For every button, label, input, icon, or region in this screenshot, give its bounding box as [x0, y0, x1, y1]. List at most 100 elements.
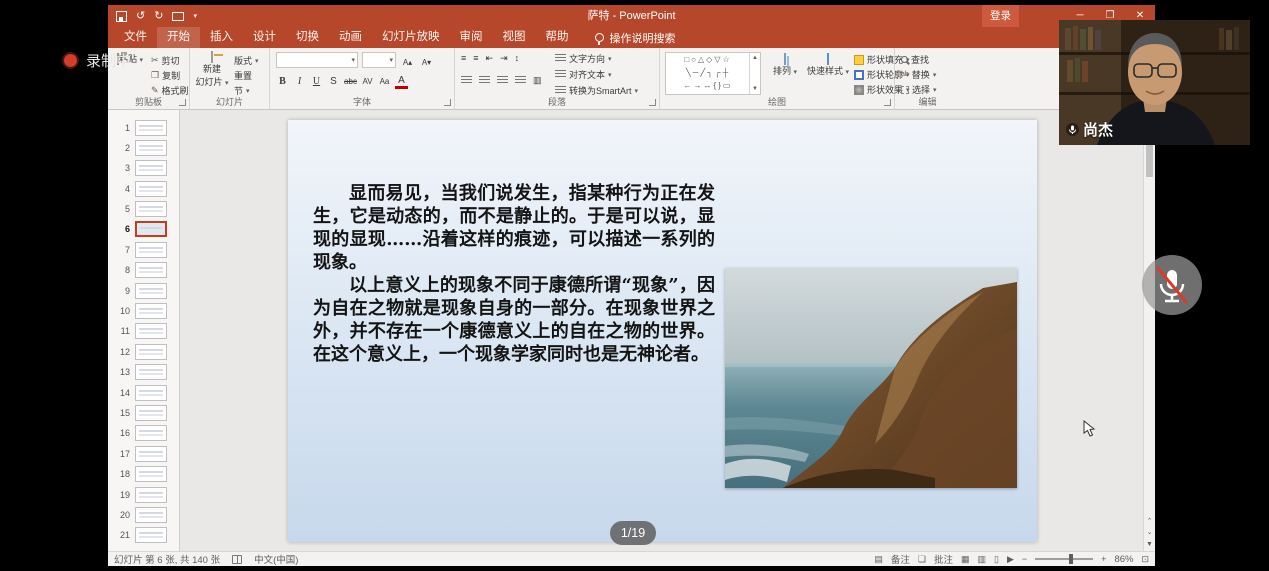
- mic-muted-button[interactable]: [1141, 254, 1203, 316]
- layout-button[interactable]: 版式 ▾: [234, 54, 259, 67]
- slide-thumb-row[interactable]: 18: [114, 466, 179, 483]
- line-spacing-icon[interactable]: ↕: [515, 54, 520, 63]
- slide-thumb-row[interactable]: 19: [114, 486, 179, 503]
- slide-thumbnail[interactable]: [135, 425, 167, 441]
- slide-thumbnail[interactable]: [135, 385, 167, 401]
- dialog-launcher-icon[interactable]: [179, 99, 186, 106]
- ribbon-tab[interactable]: 审阅: [450, 27, 493, 48]
- zoom-out-icon[interactable]: −: [1022, 555, 1027, 564]
- slide-sorter-view-icon[interactable]: ▥: [978, 555, 987, 564]
- fit-slide-icon[interactable]: ⊡: [1141, 555, 1149, 564]
- slide-thumbnail[interactable]: [135, 120, 167, 136]
- comments-toggle[interactable]: 批注: [934, 552, 953, 566]
- font-name-combo[interactable]: ▾: [276, 52, 358, 68]
- grow-font-button[interactable]: A▴: [401, 55, 414, 70]
- ribbon-tab[interactable]: 插入: [200, 27, 243, 48]
- slide-thumbnail[interactable]: [135, 344, 167, 360]
- slide-thumbnail[interactable]: [135, 446, 167, 462]
- justify-icon[interactable]: [515, 76, 526, 85]
- slide-thumbnail[interactable]: [135, 283, 167, 299]
- slide-thumbnail[interactable]: [135, 527, 167, 543]
- slideshow-view-icon[interactable]: ▶: [1007, 555, 1014, 564]
- dialog-launcher-icon[interactable]: [884, 99, 891, 106]
- tell-me-search[interactable]: 操作说明搜索: [595, 27, 676, 48]
- slide-thumb-row[interactable]: 16: [114, 425, 179, 442]
- slide-thumbnail[interactable]: [135, 221, 167, 237]
- language-status[interactable]: 中文(中国): [254, 552, 298, 566]
- font-size-combo[interactable]: ▾: [362, 52, 396, 68]
- shrink-font-button[interactable]: A▾: [420, 55, 433, 70]
- reading-view-icon[interactable]: ▯: [994, 555, 999, 564]
- italic-button[interactable]: I: [293, 74, 306, 89]
- zoom-in-icon[interactable]: +: [1101, 555, 1106, 564]
- slide-text-block[interactable]: 显而易见，当我们说发生，指某种行为正在发生，它是动态的，而不是静止的。于是可以说…: [313, 182, 715, 366]
- zoom-slider-thumb[interactable]: [1069, 554, 1073, 564]
- text-shadow-button[interactable]: S: [327, 74, 340, 89]
- previous-slide-icon[interactable]: ⌃: [1144, 516, 1155, 527]
- new-slide-button[interactable]: 新建 幻灯片 ▾: [193, 52, 231, 88]
- arrange-button[interactable]: 排列 ▾: [766, 54, 804, 77]
- slide-thumb-row[interactable]: 7: [114, 241, 179, 258]
- coast-photo[interactable]: [725, 268, 1017, 488]
- slide[interactable]: 显而易见，当我们说发生，指某种行为正在发生，它是动态的，而不是静止的。于是可以说…: [288, 120, 1037, 542]
- slide-thumb-row[interactable]: 2: [114, 139, 179, 156]
- slide-thumb-row[interactable]: 20: [114, 506, 179, 523]
- align-text-button[interactable]: 对齐文本 ▾: [555, 68, 612, 81]
- align-left-icon[interactable]: [461, 76, 472, 85]
- slide-thumbnail[interactable]: [135, 507, 167, 523]
- copy-button[interactable]: ❐ 复制: [151, 69, 180, 82]
- reset-button[interactable]: 重置: [234, 69, 252, 82]
- slide-thumbnail[interactable]: [135, 181, 167, 197]
- slide-thumb-row[interactable]: 14: [114, 384, 179, 401]
- increase-indent-icon[interactable]: ⇥: [500, 54, 508, 63]
- columns-icon[interactable]: ▥: [533, 76, 542, 85]
- quick-styles-button[interactable]: 快速样式 ▾: [806, 54, 850, 77]
- slide-thumb-row[interactable]: 21: [114, 527, 179, 544]
- decrease-indent-icon[interactable]: ⇤: [486, 54, 494, 63]
- slide-thumbnail[interactable]: [135, 242, 167, 258]
- slide-thumb-row[interactable]: 12: [114, 343, 179, 360]
- ribbon-tab[interactable]: 切换: [286, 27, 329, 48]
- numbering-icon[interactable]: ≡: [473, 54, 478, 63]
- slide-thumbnail[interactable]: [135, 323, 167, 339]
- scroll-down-icon[interactable]: ▼: [1144, 538, 1155, 551]
- normal-view-icon[interactable]: ▦: [961, 555, 970, 564]
- ribbon-tab[interactable]: 幻灯片放映: [372, 27, 450, 48]
- ribbon-tab[interactable]: 开始: [157, 27, 200, 48]
- slide-thumbnail[interactable]: [135, 303, 167, 319]
- slide-thumb-row[interactable]: 13: [114, 364, 179, 381]
- ribbon-tab[interactable]: 设计: [243, 27, 286, 48]
- zoom-slider[interactable]: [1035, 558, 1093, 560]
- ribbon-tab[interactable]: 动画: [329, 27, 372, 48]
- font-color-button[interactable]: A: [395, 75, 408, 89]
- slide-thumb-row[interactable]: 5: [114, 201, 179, 218]
- zoom-level[interactable]: 86%: [1114, 554, 1133, 565]
- slide-thumbnail[interactable]: [135, 262, 167, 278]
- align-right-icon[interactable]: [497, 76, 508, 85]
- slide-thumbnail[interactable]: [135, 466, 167, 482]
- bullets-icon[interactable]: ≡: [461, 54, 466, 63]
- slide-thumb-row[interactable]: 1: [114, 119, 179, 136]
- dialog-launcher-icon[interactable]: [444, 99, 451, 106]
- slide-thumb-row[interactable]: 10: [114, 303, 179, 320]
- strikethrough-button[interactable]: abc: [344, 74, 357, 89]
- slide-thumbnail[interactable]: [135, 364, 167, 380]
- character-spacing-button[interactable]: AV: [361, 74, 374, 89]
- slide-thumb-row[interactable]: 3: [114, 160, 179, 177]
- cut-button[interactable]: ✂ 剪切: [151, 54, 180, 67]
- change-case-button[interactable]: Aa: [378, 74, 391, 89]
- ribbon-tab[interactable]: 帮助: [536, 27, 579, 48]
- slide-thumb-row[interactable]: 6: [114, 221, 179, 238]
- vertical-scrollbar[interactable]: ▲ ⌃ ⌄ ▼: [1143, 110, 1155, 551]
- ribbon-tab[interactable]: 文件: [114, 27, 157, 48]
- sign-in-button[interactable]: 登录: [982, 5, 1019, 27]
- underline-button[interactable]: U: [310, 74, 323, 89]
- slide-thumb-row[interactable]: 8: [114, 262, 179, 279]
- notes-toggle[interactable]: 备注: [891, 552, 910, 566]
- shapes-gallery[interactable]: □○△◇▽☆ ╲─╱┐┌┼ ←→↔{}▭ ▲ ▼: [665, 52, 761, 95]
- slide-thumb-row[interactable]: 15: [114, 404, 179, 421]
- find-button[interactable]: 查找: [901, 53, 929, 66]
- slide-thumb-row[interactable]: 11: [114, 323, 179, 340]
- ribbon-tab[interactable]: 视图: [493, 27, 536, 48]
- slide-thumbnail[interactable]: [135, 405, 167, 421]
